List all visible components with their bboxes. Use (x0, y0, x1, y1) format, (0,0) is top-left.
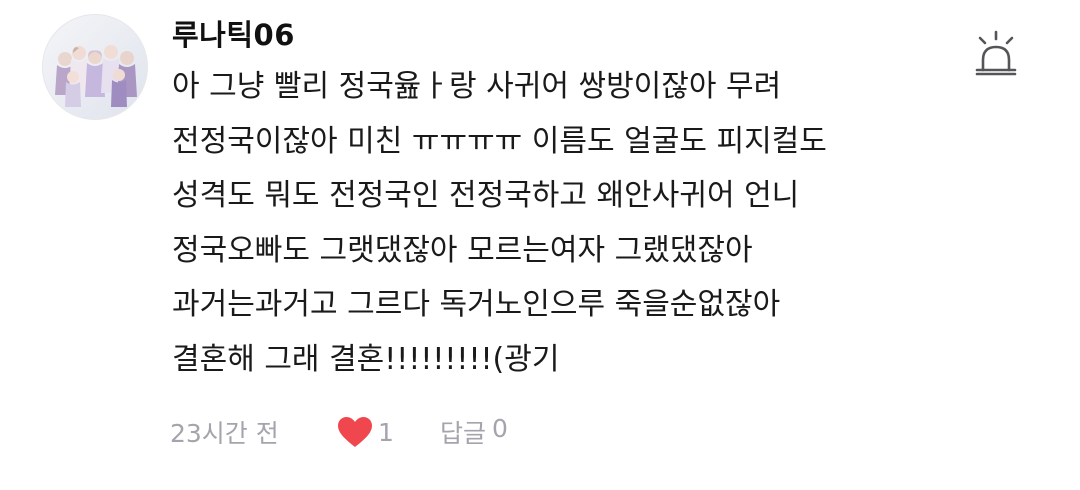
avatar[interactable] (42, 14, 148, 120)
report-button[interactable] (974, 30, 1018, 80)
heart-icon (338, 417, 372, 447)
group-photo-avatar (43, 15, 147, 119)
comment-item: 루나틱06 아 그냥 빨리 정국윮ㅏ랑 사귀어 쌍방이잖아 무려 전정국이잖아 … (0, 0, 1080, 490)
comment-body: 아 그냥 빨리 정국윮ㅏ랑 사귀어 쌍방이잖아 무려 전정국이잖아 미친 ㅠㅠㅠ… (172, 60, 827, 387)
comment-username[interactable]: 루나틱06 (172, 12, 295, 54)
comment-line: 아 그냥 빨리 정국윮ㅏ랑 사귀어 쌍방이잖아 무려 (172, 69, 782, 104)
comment-line: 과거는과거고 그르다 독거노인으루 죽을순없잖아 (172, 287, 781, 322)
reply-label: 답글 (440, 419, 487, 448)
like-count: 1 (378, 417, 394, 447)
comment-line: 전정국이잖아 미친 ㅠㅠㅠㅠ 이름도 얼굴도 피지컬도 (172, 123, 827, 159)
comment-meta: 23시간 전 1 답글 0 (170, 412, 508, 452)
reply-count: 0 (492, 414, 508, 443)
comment-line: 정국오빠도 그랫댔잖아 모르는여자 그랬댔잖아 (172, 232, 753, 268)
siren-icon (975, 30, 1017, 76)
reply-button[interactable]: 답글 0 (440, 414, 508, 450)
comment-line: 성격도 뭐도 전정국인 전정국하고 왜안사귀어 언니 (172, 178, 800, 213)
like-button[interactable]: 1 (336, 415, 440, 449)
comment-line: 결혼해 그래 결혼!!!!!!!!!(광기 (172, 341, 560, 377)
comment-timestamp: 23시간 전 (170, 419, 279, 448)
